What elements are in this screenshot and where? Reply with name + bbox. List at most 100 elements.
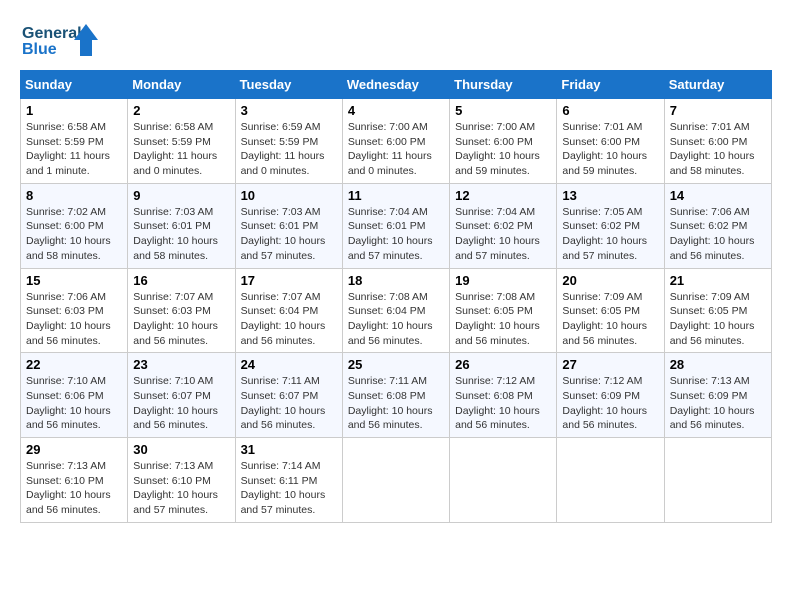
- day-number: 12: [455, 188, 551, 203]
- day-number: 19: [455, 273, 551, 288]
- day-number: 28: [670, 357, 766, 372]
- calendar-day-26: 26 Sunrise: 7:12 AM Sunset: 6:08 PM Dayli…: [450, 353, 557, 438]
- calendar-day-19: 19 Sunrise: 7:08 AM Sunset: 6:05 PM Dayli…: [450, 268, 557, 353]
- day-info: Sunrise: 7:00 AM Sunset: 6:00 PM Dayligh…: [455, 120, 551, 179]
- day-number: 14: [670, 188, 766, 203]
- day-info: Sunrise: 6:58 AM Sunset: 5:59 PM Dayligh…: [133, 120, 229, 179]
- logo-icon: GeneralBlue: [20, 20, 100, 60]
- day-info: Sunrise: 7:10 AM Sunset: 6:06 PM Dayligh…: [26, 374, 122, 433]
- day-number: 25: [348, 357, 444, 372]
- day-info: Sunrise: 7:03 AM Sunset: 6:01 PM Dayligh…: [241, 205, 337, 264]
- calendar-day-2: 2Sunrise: 6:58 AM Sunset: 5:59 PM Daylig…: [128, 99, 235, 184]
- day-info: Sunrise: 6:59 AM Sunset: 5:59 PM Dayligh…: [241, 120, 337, 179]
- day-info: Sunrise: 7:13 AM Sunset: 6:10 PM Dayligh…: [133, 459, 229, 518]
- day-info: Sunrise: 7:12 AM Sunset: 6:08 PM Dayligh…: [455, 374, 551, 433]
- day-header-tuesday: Tuesday: [235, 71, 342, 99]
- calendar-day-22: 22 Sunrise: 7:10 AM Sunset: 6:06 PM Dayli…: [21, 353, 128, 438]
- day-number: 29: [26, 442, 122, 457]
- day-number: 13: [562, 188, 658, 203]
- day-info: Sunrise: 7:08 AM Sunset: 6:04 PM Dayligh…: [348, 290, 444, 349]
- day-info: Sunrise: 7:10 AM Sunset: 6:07 PM Dayligh…: [133, 374, 229, 433]
- calendar-day-25: 25Sunrise: 7:11 AM Sunset: 6:08 PM Dayli…: [342, 353, 449, 438]
- day-number: 11: [348, 188, 444, 203]
- page-header: GeneralBlue: [20, 20, 772, 60]
- calendar-week-4: 22 Sunrise: 7:10 AM Sunset: 6:06 PM Dayli…: [21, 353, 772, 438]
- empty-cell: [557, 438, 664, 523]
- calendar-day-14: 14Sunrise: 7:06 AM Sunset: 6:02 PM Dayli…: [664, 183, 771, 268]
- calendar-day-13: 13 Sunrise: 7:05 AM Sunset: 6:02 PM Dayli…: [557, 183, 664, 268]
- calendar-week-5: 29 Sunrise: 7:13 AM Sunset: 6:10 PM Dayli…: [21, 438, 772, 523]
- day-info: Sunrise: 7:04 AM Sunset: 6:02 PM Dayligh…: [455, 205, 551, 264]
- day-info: Sunrise: 7:11 AM Sunset: 6:07 PM Dayligh…: [241, 374, 337, 433]
- day-number: 20: [562, 273, 658, 288]
- day-number: 15: [26, 273, 122, 288]
- day-info: Sunrise: 7:04 AM Sunset: 6:01 PM Dayligh…: [348, 205, 444, 264]
- day-header-wednesday: Wednesday: [342, 71, 449, 99]
- calendar-day-3: 3 Sunrise: 6:59 AM Sunset: 5:59 PM Daylig…: [235, 99, 342, 184]
- day-header-friday: Friday: [557, 71, 664, 99]
- calendar-day-7: 7 Sunrise: 7:01 AM Sunset: 6:00 PM Daylig…: [664, 99, 771, 184]
- day-info: Sunrise: 7:13 AM Sunset: 6:10 PM Dayligh…: [26, 459, 122, 518]
- calendar-day-31: 31 Sunrise: 7:14 AM Sunset: 6:11 PM Dayli…: [235, 438, 342, 523]
- calendar-day-24: 24 Sunrise: 7:11 AM Sunset: 6:07 PM Dayli…: [235, 353, 342, 438]
- day-info: Sunrise: 6:58 AM Sunset: 5:59 PM Dayligh…: [26, 120, 122, 179]
- svg-text:General: General: [22, 25, 82, 42]
- day-info: Sunrise: 7:07 AM Sunset: 6:03 PM Dayligh…: [133, 290, 229, 349]
- day-info: Sunrise: 7:00 AM Sunset: 6:00 PM Dayligh…: [348, 120, 444, 179]
- day-header-thursday: Thursday: [450, 71, 557, 99]
- day-number: 23: [133, 357, 229, 372]
- calendar-day-11: 11 Sunrise: 7:04 AM Sunset: 6:01 PM Dayli…: [342, 183, 449, 268]
- calendar-day-23: 23 Sunrise: 7:10 AM Sunset: 6:07 PM Dayli…: [128, 353, 235, 438]
- day-info: Sunrise: 7:05 AM Sunset: 6:02 PM Dayligh…: [562, 205, 658, 264]
- day-info: Sunrise: 7:03 AM Sunset: 6:01 PM Dayligh…: [133, 205, 229, 264]
- calendar-day-6: 6 Sunrise: 7:01 AM Sunset: 6:00 PM Daylig…: [557, 99, 664, 184]
- calendar-day-8: 8 Sunrise: 7:02 AM Sunset: 6:00 PM Daylig…: [21, 183, 128, 268]
- day-number: 4: [348, 103, 444, 118]
- day-number: 31: [241, 442, 337, 457]
- day-info: Sunrise: 7:08 AM Sunset: 6:05 PM Dayligh…: [455, 290, 551, 349]
- calendar-header: SundayMondayTuesdayWednesdayThursdayFrid…: [21, 71, 772, 99]
- day-info: Sunrise: 7:13 AM Sunset: 6:09 PM Dayligh…: [670, 374, 766, 433]
- day-info: Sunrise: 7:12 AM Sunset: 6:09 PM Dayligh…: [562, 374, 658, 433]
- day-number: 5: [455, 103, 551, 118]
- calendar-day-27: 27Sunrise: 7:12 AM Sunset: 6:09 PM Dayli…: [557, 353, 664, 438]
- calendar-day-1: 1Sunrise: 6:58 AM Sunset: 5:59 PM Daylig…: [21, 99, 128, 184]
- day-number: 10: [241, 188, 337, 203]
- calendar-week-2: 8 Sunrise: 7:02 AM Sunset: 6:00 PM Daylig…: [21, 183, 772, 268]
- day-number: 26: [455, 357, 551, 372]
- calendar-week-3: 15 Sunrise: 7:06 AM Sunset: 6:03 PM Dayli…: [21, 268, 772, 353]
- logo: GeneralBlue: [20, 20, 100, 60]
- day-info: Sunrise: 7:07 AM Sunset: 6:04 PM Dayligh…: [241, 290, 337, 349]
- calendar-day-21: 21 Sunrise: 7:09 AM Sunset: 6:05 PM Dayli…: [664, 268, 771, 353]
- day-number: 3: [241, 103, 337, 118]
- calendar-day-10: 10 Sunrise: 7:03 AM Sunset: 6:01 PM Dayli…: [235, 183, 342, 268]
- empty-cell: [342, 438, 449, 523]
- empty-cell: [450, 438, 557, 523]
- calendar-day-15: 15 Sunrise: 7:06 AM Sunset: 6:03 PM Dayli…: [21, 268, 128, 353]
- day-number: 21: [670, 273, 766, 288]
- calendar-week-1: 1Sunrise: 6:58 AM Sunset: 5:59 PM Daylig…: [21, 99, 772, 184]
- day-number: 17: [241, 273, 337, 288]
- calendar-day-5: 5 Sunrise: 7:00 AM Sunset: 6:00 PM Daylig…: [450, 99, 557, 184]
- day-number: 24: [241, 357, 337, 372]
- day-number: 22: [26, 357, 122, 372]
- calendar-day-17: 17 Sunrise: 7:07 AM Sunset: 6:04 PM Dayli…: [235, 268, 342, 353]
- day-number: 16: [133, 273, 229, 288]
- day-number: 8: [26, 188, 122, 203]
- day-info: Sunrise: 7:01 AM Sunset: 6:00 PM Dayligh…: [670, 120, 766, 179]
- calendar-day-18: 18Sunrise: 7:08 AM Sunset: 6:04 PM Dayli…: [342, 268, 449, 353]
- day-info: Sunrise: 7:01 AM Sunset: 6:00 PM Dayligh…: [562, 120, 658, 179]
- calendar-day-4: 4 Sunrise: 7:00 AM Sunset: 6:00 PM Daylig…: [342, 99, 449, 184]
- day-info: Sunrise: 7:09 AM Sunset: 6:05 PM Dayligh…: [670, 290, 766, 349]
- day-info: Sunrise: 7:06 AM Sunset: 6:03 PM Dayligh…: [26, 290, 122, 349]
- day-info: Sunrise: 7:14 AM Sunset: 6:11 PM Dayligh…: [241, 459, 337, 518]
- day-number: 30: [133, 442, 229, 457]
- day-info: Sunrise: 7:02 AM Sunset: 6:00 PM Dayligh…: [26, 205, 122, 264]
- empty-cell: [664, 438, 771, 523]
- svg-text:Blue: Blue: [22, 41, 57, 58]
- day-number: 6: [562, 103, 658, 118]
- calendar-day-28: 28 Sunrise: 7:13 AM Sunset: 6:09 PM Dayli…: [664, 353, 771, 438]
- calendar-day-16: 16 Sunrise: 7:07 AM Sunset: 6:03 PM Dayli…: [128, 268, 235, 353]
- day-number: 7: [670, 103, 766, 118]
- day-header-monday: Monday: [128, 71, 235, 99]
